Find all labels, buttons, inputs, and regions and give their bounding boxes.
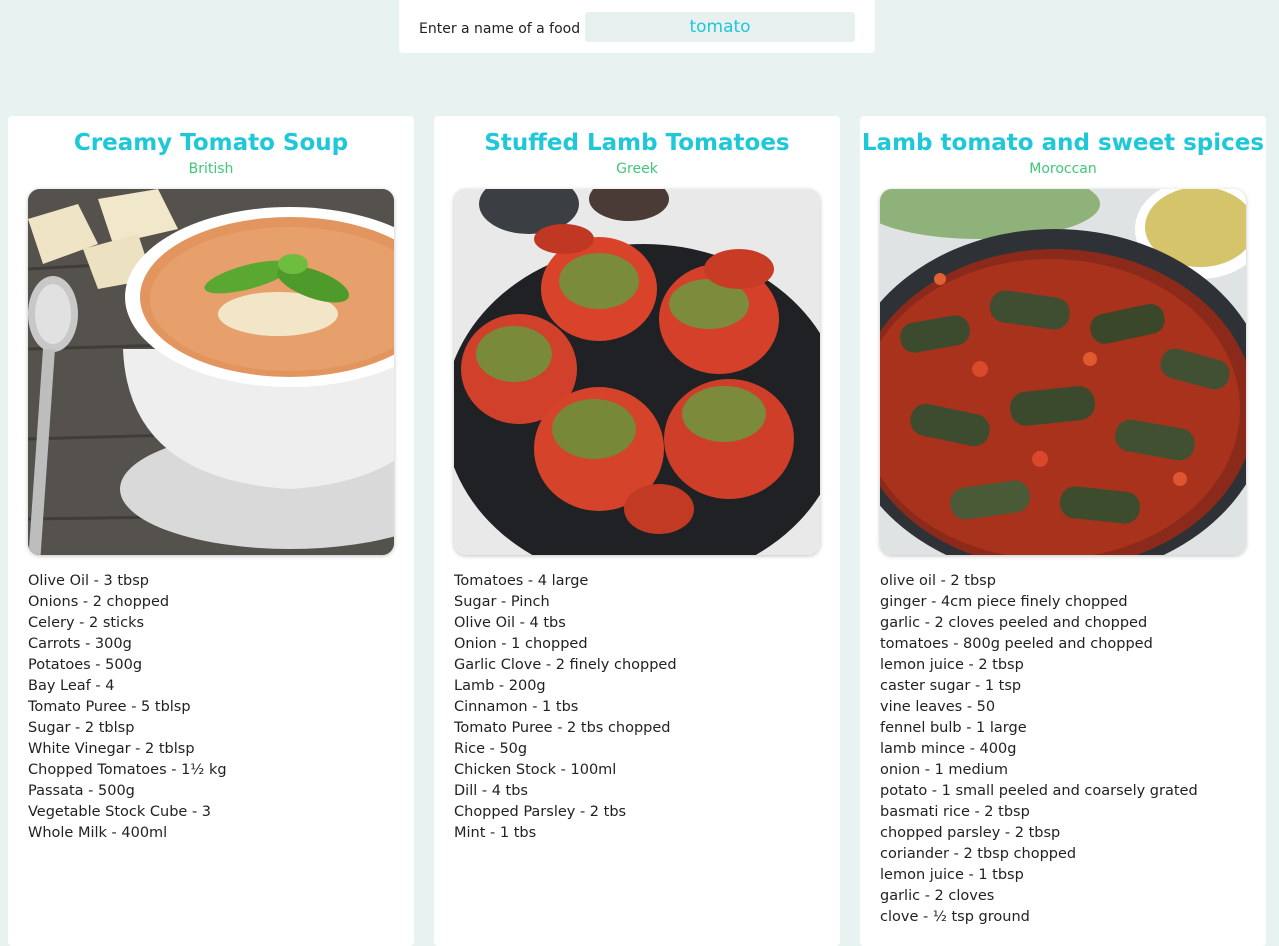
recipe-image-soup	[28, 189, 394, 555]
recipe-image-stuffed-tomatoes	[454, 189, 820, 555]
ingredient-item: lamb mince - 400g	[880, 741, 1017, 757]
recipe-title: Stuffed Lamb Tomatoes	[484, 130, 790, 156]
ingredient-item: Garlic Clove - 2 finely chopped	[454, 657, 677, 673]
ingredient-item: garlic - 2 cloves peeled and chopped	[880, 615, 1148, 631]
search-panel: Enter a name of a food	[399, 0, 875, 53]
search-label: Enter a name of a food	[419, 21, 581, 37]
ingredient-item: Olive Oil - 4 tbs	[454, 615, 566, 631]
ingredient-item: Tomato Puree - 2 tbs chopped	[454, 720, 671, 736]
ingredient-item: Olive Oil - 3 tbsp	[28, 573, 149, 589]
ingredient-item: Chicken Stock - 100ml	[454, 762, 617, 778]
ingredient-item: Carrots - 300g	[28, 636, 132, 652]
ingredient-item: ginger - 4cm piece finely chopped	[880, 594, 1128, 610]
food-search-input[interactable]	[585, 12, 855, 42]
ingredient-item: Vegetable Stock Cube - 3	[28, 804, 212, 820]
recipe-cuisine: Greek	[616, 161, 658, 177]
ingredient-item: lemon juice - 2 tbsp	[880, 657, 1024, 673]
ingredient-item: Chopped Tomatoes - 1½ kg	[28, 762, 227, 778]
ingredient-item: chopped parsley - 2 tbsp	[880, 825, 1061, 841]
ingredient-item: fennel bulb - 1 large	[880, 720, 1027, 736]
ingredient-item: Rice - 50g	[454, 741, 528, 757]
ingredient-item: clove - ½ tsp ground	[880, 909, 1030, 925]
ingredient-item: Tomatoes - 4 large	[454, 573, 589, 589]
ingredient-item: caster sugar - 1 tsp	[880, 678, 1022, 694]
ingredient-item: potato - 1 small peeled and coarsely gra…	[880, 783, 1198, 799]
ingredient-item: Bay Leaf - 4	[28, 678, 115, 694]
recipe-title: Lamb tomato and sweet spices	[861, 130, 1265, 156]
recipe-image-lamb-stew	[880, 189, 1246, 555]
ingredient-item: Passata - 500g	[28, 783, 135, 799]
recipe-cuisine: Moroccan	[1029, 161, 1097, 177]
ingredient-item: coriander - 2 tbsp chopped	[880, 846, 1077, 862]
ingredient-item: White Vinegar - 2 tblsp	[28, 741, 195, 757]
ingredient-item: Sugar - Pinch	[454, 594, 550, 610]
recipe-card-stuffed-lamb-tomatoes: Stuffed Lamb Tomatoes Greek Tomatoes - 4…	[434, 116, 840, 946]
ingredient-item: vine leaves - 50	[880, 699, 996, 715]
ingredient-item: Celery - 2 sticks	[28, 615, 145, 631]
ingredient-list: Olive Oil - 3 tbsp Onions - 2 chopped Cele…	[28, 571, 227, 844]
ingredient-item: onion - 1 medium	[880, 762, 1009, 778]
ingredient-item: garlic - 2 cloves	[880, 888, 995, 904]
recipe-card-creamy-tomato-soup: Creamy Tomato Soup British Olive Oil - 3…	[8, 116, 414, 946]
recipe-card-lamb-tomato-sweet-spices: Lamb tomato and sweet spices Moroccan ol…	[860, 116, 1266, 946]
ingredient-list: Tomatoes - 4 large Sugar - Pinch Olive Oil…	[454, 571, 677, 844]
recipe-title: Creamy Tomato Soup	[73, 130, 349, 156]
ingredient-item: tomatoes - 800g peeled and chopped	[880, 636, 1153, 652]
ingredient-list: olive oil - 2 tbsp ginger - 4cm piece fin…	[880, 571, 1198, 928]
ingredient-item: Tomato Puree - 5 tblsp	[28, 699, 191, 715]
ingredient-item: Onion - 1 chopped	[454, 636, 588, 652]
ingredient-item: Lamb - 200g	[454, 678, 546, 694]
recipe-cuisine: British	[188, 161, 234, 177]
ingredient-item: basmati rice - 2 tbsp	[880, 804, 1030, 820]
ingredient-item: Potatoes - 500g	[28, 657, 143, 673]
ingredient-item: lemon juice - 1 tbsp	[880, 867, 1024, 883]
ingredient-item: Onions - 2 chopped	[28, 594, 170, 610]
ingredient-item: olive oil - 2 tbsp	[880, 573, 996, 589]
ingredient-item: Sugar - 2 tblsp	[28, 720, 135, 736]
ingredient-item: Mint - 1 tbs	[454, 825, 537, 841]
ingredient-item: Dill - 4 tbs	[454, 783, 528, 799]
ingredient-item: Cinnamon - 1 tbs	[454, 699, 579, 715]
ingredient-item: Chopped Parsley - 2 tbs	[454, 804, 627, 820]
ingredient-item: Whole Milk - 400ml	[28, 825, 168, 841]
